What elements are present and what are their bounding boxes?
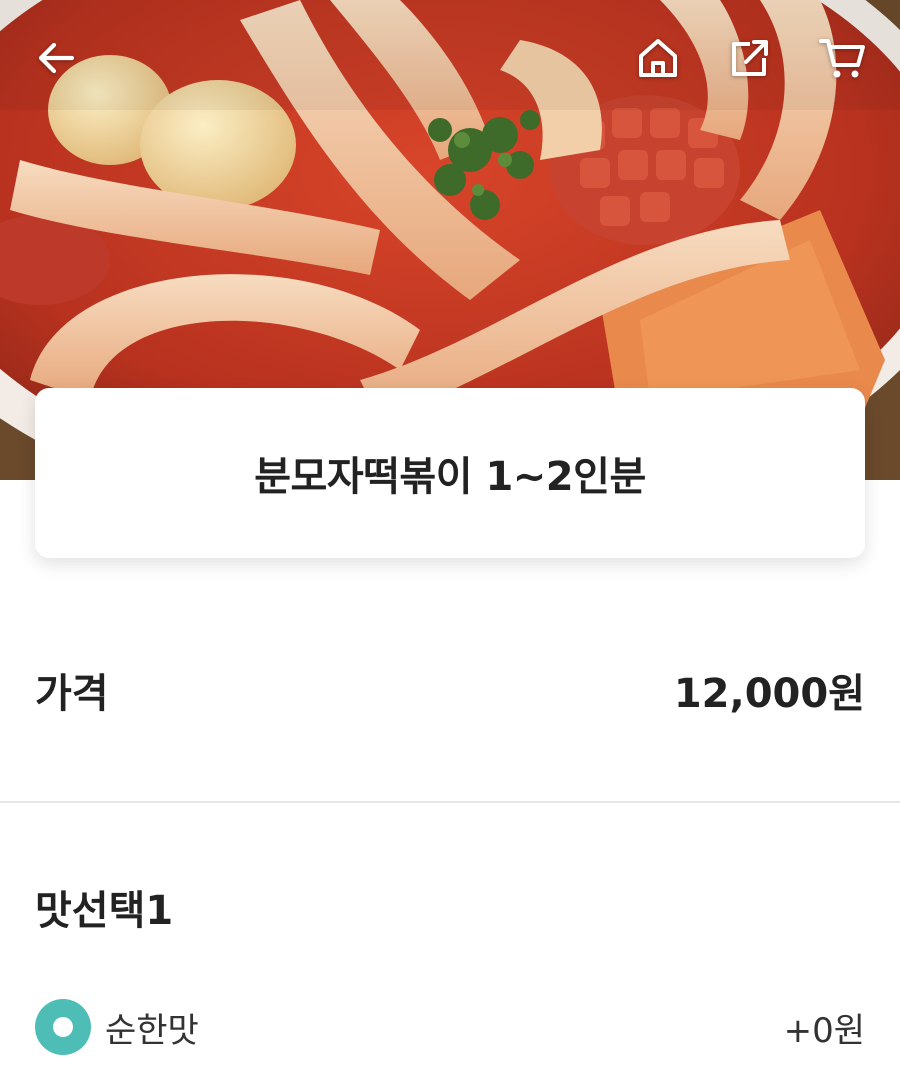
radio-dot xyxy=(53,1017,73,1037)
top-navigation xyxy=(0,0,900,120)
option-section-title: 맛선택1 xyxy=(35,888,174,934)
product-title-card: 분모자떡볶이 1~2인분 xyxy=(35,388,865,558)
back-arrow-icon xyxy=(38,42,75,74)
product-title: 분모자떡볶이 1~2인분 xyxy=(254,454,646,500)
share-button[interactable] xyxy=(720,28,780,88)
option-price: +0원 xyxy=(783,1010,865,1051)
cart-button[interactable] xyxy=(812,28,872,88)
cart-icon xyxy=(819,39,865,78)
option-item[interactable]: 순한맛 +0원 xyxy=(35,998,865,1056)
back-button[interactable] xyxy=(26,28,86,88)
product-detail-page: 분모자떡볶이 1~2인분 가격 12,000원 맛선택1 순한맛 +0원 xyxy=(0,0,900,1088)
home-button[interactable] xyxy=(628,28,688,88)
home-icon xyxy=(639,39,677,77)
option-radio-selected[interactable] xyxy=(35,999,91,1055)
share-icon xyxy=(732,40,768,76)
option-item-left: 순한맛 xyxy=(35,999,199,1055)
section-divider xyxy=(0,801,900,803)
price-row: 가격 12,000원 xyxy=(35,655,865,725)
option-label: 순한맛 xyxy=(105,1010,199,1051)
price-label: 가격 xyxy=(35,671,109,717)
price-value: 12,000원 xyxy=(673,671,865,717)
